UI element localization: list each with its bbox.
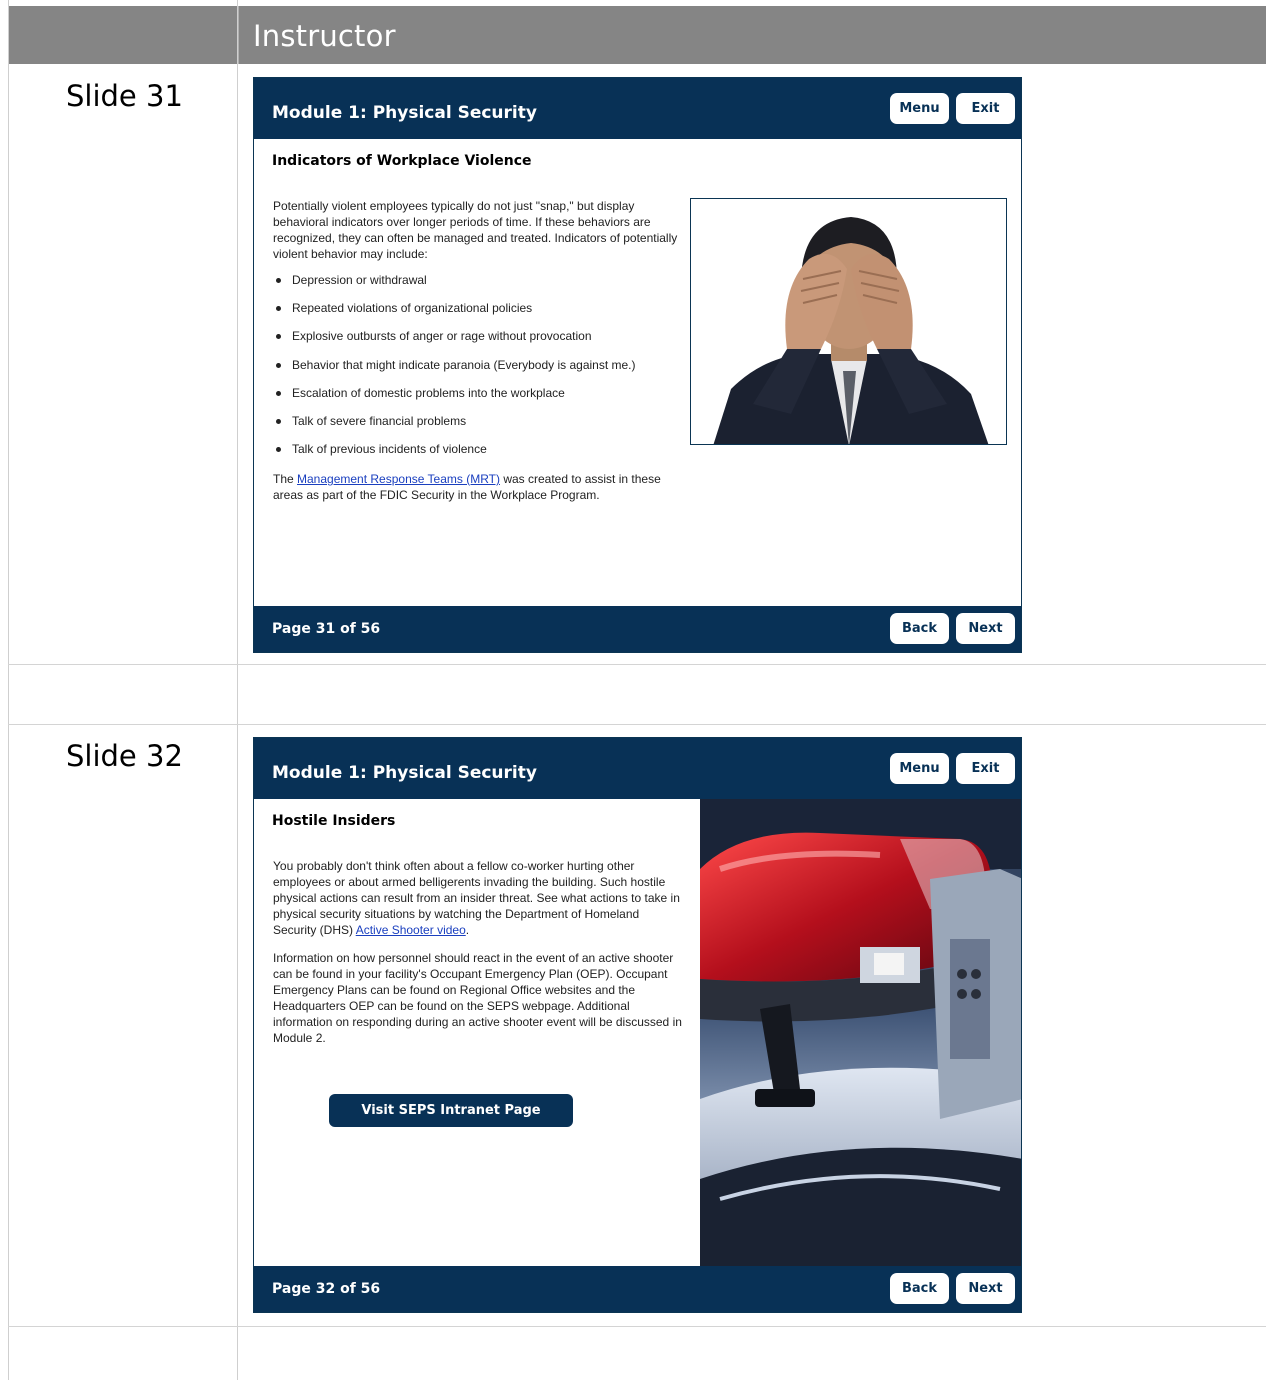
stressed-man-image bbox=[691, 199, 1006, 444]
page-number: Page 32 of 56 bbox=[272, 1281, 381, 1297]
mrt-link[interactable]: Management Response Teams (MRT) bbox=[297, 472, 500, 486]
list-item: Escalation of domestic problems into the… bbox=[273, 386, 636, 414]
back-button[interactable]: Back bbox=[890, 613, 949, 644]
next-button[interactable]: Next bbox=[956, 1273, 1015, 1304]
bullet-icon bbox=[276, 390, 281, 396]
page-number: Page 31 of 56 bbox=[272, 621, 381, 637]
module-title: Module 1: Physical Security bbox=[272, 763, 537, 783]
table-left-border bbox=[8, 0, 9, 1380]
slide-header-bar: Module 1: Physical Security Menu Exit bbox=[254, 738, 1021, 799]
intro-paragraph: Potentially violent employees typically … bbox=[273, 199, 678, 261]
table-header-row: Instructor bbox=[8, 6, 1266, 64]
menu-button[interactable]: Menu bbox=[890, 753, 949, 784]
active-shooter-video-link[interactable]: Active Shooter video bbox=[356, 923, 466, 937]
police-lights-image bbox=[700, 799, 1021, 1268]
bullet-icon bbox=[276, 334, 281, 340]
slide-label: Slide 32 bbox=[66, 739, 183, 773]
bullet-icon bbox=[276, 278, 281, 283]
menu-button[interactable]: Menu bbox=[890, 93, 949, 124]
exit-button[interactable]: Exit bbox=[956, 753, 1015, 784]
slide-label: Slide 31 bbox=[66, 79, 183, 113]
list-item: Explosive outbursts of anger or rage wit… bbox=[273, 329, 636, 357]
table-row-divider bbox=[8, 1326, 1266, 1327]
list-item: Repeated violations of organizational po… bbox=[273, 301, 636, 329]
header-empty-cell bbox=[8, 6, 237, 64]
exit-button[interactable]: Exit bbox=[956, 93, 1015, 124]
bullet-icon bbox=[276, 447, 281, 453]
slide-32: Module 1: Physical Security Menu Exit Ho… bbox=[253, 737, 1022, 1313]
slide-header-bar: Module 1: Physical Security Menu Exit bbox=[254, 78, 1021, 139]
bullet-icon bbox=[276, 418, 281, 424]
closing-paragraph: The Management Response Teams (MRT) was … bbox=[273, 472, 661, 502]
list-item: Talk of previous incidents of violence bbox=[273, 442, 636, 470]
slide-footer-bar: Page 31 of 56 Back Next bbox=[254, 606, 1021, 652]
visit-seps-intranet-button[interactable]: Visit SEPS Intranet Page bbox=[329, 1094, 573, 1127]
header-instructor-cell: Instructor bbox=[238, 6, 1266, 64]
slide-heading: Hostile Insiders bbox=[272, 813, 396, 829]
table-row-divider bbox=[8, 724, 1266, 725]
module-title: Module 1: Physical Security bbox=[272, 103, 537, 123]
hostile-insiders-paragraph: You probably don't think often about a f… bbox=[273, 859, 680, 937]
table-column-divider bbox=[237, 0, 238, 1380]
indicator-list: Depression or withdrawal Repeated violat… bbox=[273, 273, 636, 470]
next-button[interactable]: Next bbox=[956, 613, 1015, 644]
back-button[interactable]: Back bbox=[890, 1273, 949, 1304]
list-item: Talk of severe financial problems bbox=[273, 414, 636, 442]
bullet-icon bbox=[276, 306, 281, 312]
police-car-photo bbox=[700, 799, 1021, 1268]
stressed-man-photo bbox=[690, 198, 1007, 445]
slide-31: Module 1: Physical Security Menu Exit In… bbox=[253, 77, 1022, 653]
header-title: Instructor bbox=[253, 19, 396, 53]
list-item: Behavior that might indicate paranoia (E… bbox=[273, 358, 636, 386]
list-item: Depression or withdrawal bbox=[273, 273, 636, 301]
table-row-divider bbox=[8, 664, 1266, 665]
slide-footer-bar: Page 32 of 56 Back Next bbox=[254, 1266, 1021, 1312]
oep-paragraph: Information on how personnel should reac… bbox=[273, 951, 682, 1045]
slide-heading: Indicators of Workplace Violence bbox=[272, 153, 532, 169]
bullet-icon bbox=[276, 362, 281, 368]
